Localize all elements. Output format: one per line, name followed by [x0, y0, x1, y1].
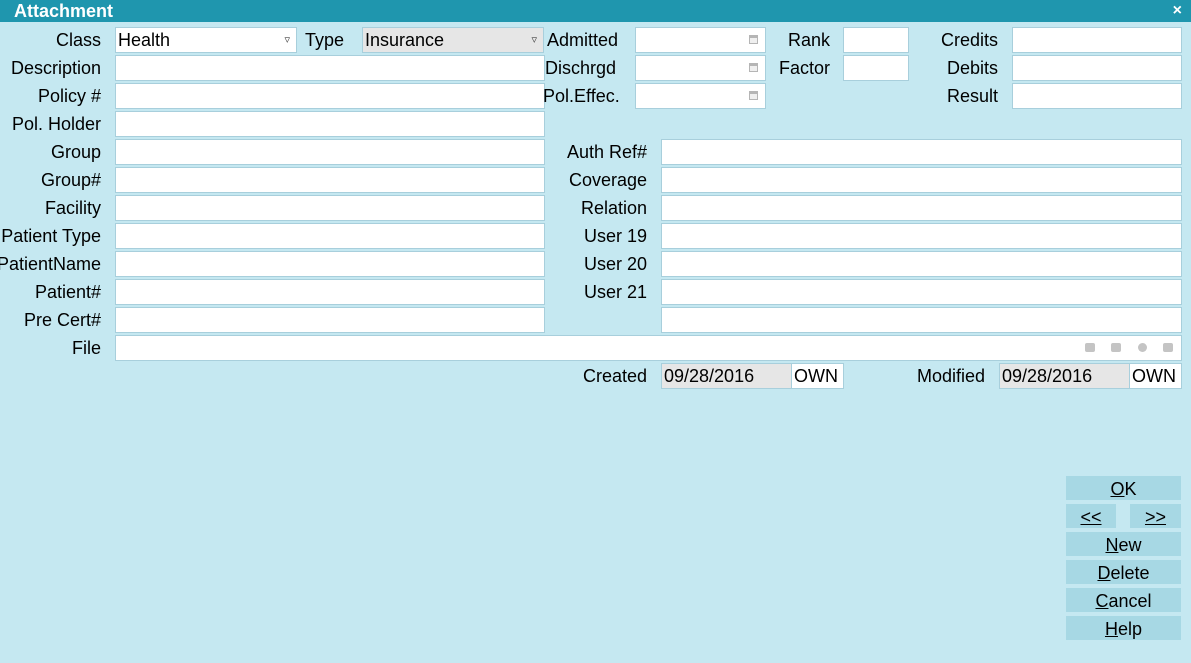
created-date-field: 09/28/2016: [661, 363, 792, 389]
pol-holder-label: Pol. Holder: [11, 114, 101, 134]
patient-num-field[interactable]: [115, 279, 545, 305]
pol-effec-label: Pol.Effec.: [543, 86, 620, 106]
chevron-down-icon: ▿: [531, 34, 537, 46]
user20-label: User 20: [583, 254, 647, 274]
created-by-field: OWN: [791, 363, 844, 389]
pol-holder-field[interactable]: [115, 111, 545, 137]
admitted-date-field[interactable]: [635, 27, 766, 53]
credits-label: Credits: [940, 30, 998, 50]
user20-field[interactable]: [661, 251, 1182, 277]
previous-button[interactable]: <<: [1065, 503, 1117, 529]
close-icon[interactable]: ×: [1173, 1, 1182, 21]
factor-field[interactable]: [843, 55, 909, 81]
calendar-icon[interactable]: [749, 91, 758, 100]
result-label: Result: [946, 86, 998, 106]
modified-label: Modified: [916, 366, 985, 386]
auth-ref-field[interactable]: [661, 139, 1182, 165]
cancel-button[interactable]: Cancel: [1065, 587, 1182, 613]
group-label: Group: [50, 142, 101, 162]
facility-field[interactable]: [115, 195, 545, 221]
group-num-label: Group#: [40, 170, 101, 190]
unlabeled-field[interactable]: [661, 307, 1182, 333]
patient-name-label: PatientName: [0, 254, 101, 274]
patient-num-label: Patient#: [34, 282, 101, 302]
coverage-label: Coverage: [568, 170, 647, 190]
chevron-down-icon: ▿: [284, 34, 290, 46]
print-icon[interactable]: [1111, 343, 1121, 352]
description-label: Description: [10, 58, 101, 78]
group-num-field[interactable]: [115, 167, 545, 193]
dischrgd-label: Dischrgd: [545, 58, 617, 78]
factor-label: Factor: [778, 58, 830, 78]
lock-icon[interactable]: [1163, 343, 1173, 352]
description-field[interactable]: [115, 55, 545, 81]
window-title: Attachment: [14, 1, 114, 21]
patient-type-field[interactable]: [115, 223, 545, 249]
type-label: Type: [305, 30, 345, 50]
policy-field[interactable]: [115, 83, 545, 109]
user21-label: User 21: [583, 282, 647, 302]
class-value: Health: [118, 30, 171, 50]
pol-effec-date-field[interactable]: [635, 83, 766, 109]
dischrgd-date-field[interactable]: [635, 55, 766, 81]
folder-icon[interactable]: [1085, 343, 1095, 352]
admitted-label: Admitted: [547, 30, 619, 50]
ok-button[interactable]: OK: [1065, 475, 1182, 501]
title-bar: Attachment ×: [0, 0, 1191, 22]
pre-cert-label: Pre Cert#: [23, 310, 101, 330]
modified-date-field: 09/28/2016: [999, 363, 1130, 389]
created-label: Created: [582, 366, 647, 386]
patient-name-field[interactable]: [115, 251, 545, 277]
user19-field[interactable]: [661, 223, 1182, 249]
class-label: Class: [55, 30, 101, 50]
group-field[interactable]: [115, 139, 545, 165]
rank-field[interactable]: [843, 27, 909, 53]
coverage-field[interactable]: [661, 167, 1182, 193]
user19-label: User 19: [583, 226, 647, 246]
debits-field[interactable]: [1012, 55, 1182, 81]
type-select[interactable]: Insurance ▿: [362, 27, 544, 53]
rank-label: Rank: [787, 30, 830, 50]
user21-field[interactable]: [661, 279, 1182, 305]
calendar-icon[interactable]: [749, 35, 758, 44]
type-value: Insurance: [365, 30, 445, 50]
relation-field[interactable]: [661, 195, 1182, 221]
relation-label: Relation: [580, 198, 647, 218]
pre-cert-field[interactable]: [115, 307, 545, 333]
calendar-icon[interactable]: [749, 63, 758, 72]
new-button[interactable]: New: [1065, 531, 1182, 557]
class-select[interactable]: Health ▿: [115, 27, 297, 53]
result-field[interactable]: [1012, 83, 1182, 109]
auth-ref-label: Auth Ref#: [566, 142, 647, 162]
credits-field[interactable]: [1012, 27, 1182, 53]
file-field[interactable]: [115, 335, 1182, 361]
policy-label: Policy #: [37, 86, 101, 106]
patient-type-label: Patient Type: [1, 226, 101, 246]
debits-label: Debits: [946, 58, 998, 78]
modified-by-field: OWN: [1129, 363, 1182, 389]
facility-label: Facility: [44, 198, 101, 218]
file-label: File: [71, 338, 101, 358]
next-button[interactable]: >>: [1129, 503, 1182, 529]
delete-button[interactable]: Delete: [1065, 559, 1182, 585]
view-icon[interactable]: [1138, 343, 1147, 352]
help-button[interactable]: Help: [1065, 615, 1182, 641]
